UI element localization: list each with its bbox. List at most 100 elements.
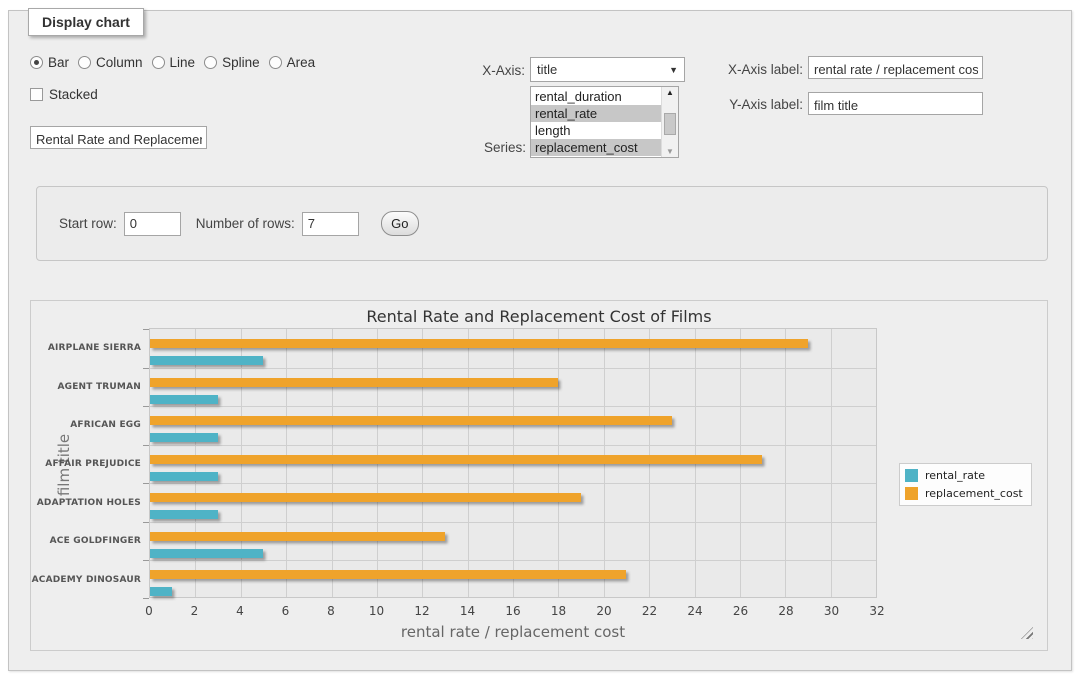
- x-tick-label: 28: [778, 604, 793, 618]
- radio-column-label: Column: [96, 55, 143, 70]
- radio-column-icon[interactable]: [78, 56, 91, 69]
- x-axis-label-label: X-Axis label:: [718, 62, 803, 77]
- series-select-label: Series:: [462, 140, 526, 155]
- x-tick-label: 4: [236, 604, 244, 618]
- gridline-vertical: [785, 329, 786, 597]
- radio-column[interactable]: Column: [78, 55, 143, 70]
- y-axis-tick: [143, 406, 149, 407]
- chart-legend: rental_rate replacement_cost: [899, 463, 1032, 506]
- radio-line-label: Line: [170, 55, 196, 70]
- legend-label: replacement_cost: [925, 487, 1023, 500]
- series-option-rental-rate[interactable]: rental_rate: [531, 105, 661, 122]
- x-tick-label: 14: [460, 604, 475, 618]
- radio-bar-label: Bar: [48, 55, 69, 70]
- gridline-horizontal: [150, 406, 876, 407]
- gridline-horizontal: [150, 522, 876, 523]
- x-tick-label: 26: [733, 604, 748, 618]
- gridline-horizontal: [150, 483, 876, 484]
- plot-area: AIRPLANE SIERRAAGENT TRUMANAFRICAN EGGAF…: [149, 328, 877, 598]
- bar-replacement_cost: [150, 339, 808, 348]
- x-axis-select-label: X-Axis:: [458, 63, 525, 78]
- category-label: AIRPLANE SIERRA: [48, 343, 141, 353]
- y-axis-label-label: Y-Axis label:: [718, 97, 803, 112]
- category-label: AFRICAN EGG: [70, 420, 141, 430]
- x-tick-label: 16: [505, 604, 520, 618]
- fieldset-legend: Display chart: [28, 8, 144, 36]
- radio-spline-label: Spline: [222, 55, 260, 70]
- x-tick-label: 30: [824, 604, 839, 618]
- x-axis-selected-value: title: [537, 62, 557, 77]
- bar-rental_rate: [150, 472, 218, 481]
- rows-panel: Start row: Number of rows: Go: [36, 186, 1048, 261]
- radio-area-icon[interactable]: [269, 56, 282, 69]
- x-tick-label: 24: [687, 604, 702, 618]
- stacked-checkbox[interactable]: [30, 88, 43, 101]
- chart-type-radio-group: Bar Column Line Spline Area: [30, 55, 315, 70]
- x-axis-label-input[interactable]: [808, 56, 983, 79]
- bar-rental_rate: [150, 549, 263, 558]
- gridline-horizontal: [150, 445, 876, 446]
- x-tick-label: 2: [191, 604, 199, 618]
- scroll-down-icon[interactable]: ▼: [662, 147, 678, 156]
- chart-title: Rental Rate and Replacement Cost of Film…: [31, 307, 1047, 326]
- category-label: AGENT TRUMAN: [57, 382, 141, 392]
- gridline-horizontal: [150, 560, 876, 561]
- legend-entry-replacement_cost: replacement_cost: [905, 487, 1023, 500]
- radio-spline[interactable]: Spline: [204, 55, 260, 70]
- bar-rental_rate: [150, 356, 263, 365]
- bar-rental_rate: [150, 395, 218, 404]
- series-scrollbar[interactable]: ▲ ▼: [661, 87, 678, 157]
- resize-grip-icon[interactable]: [1021, 627, 1033, 639]
- series-option-rental-duration[interactable]: rental_duration: [531, 88, 661, 105]
- y-axis-tick: [143, 483, 149, 484]
- series-options: rental_duration rental_rate length repla…: [531, 87, 661, 157]
- series-option-length[interactable]: length: [531, 122, 661, 139]
- num-rows-label: Number of rows:: [196, 216, 295, 231]
- scroll-up-icon[interactable]: ▲: [662, 88, 678, 97]
- num-rows-input[interactable]: [302, 212, 359, 236]
- series-option-replacement-cost[interactable]: replacement_cost: [531, 139, 661, 156]
- start-row-label: Start row:: [59, 216, 117, 231]
- radio-spline-icon[interactable]: [204, 56, 217, 69]
- bar-replacement_cost: [150, 532, 445, 541]
- x-axis-select[interactable]: title ▼: [530, 57, 685, 82]
- stacked-label: Stacked: [49, 87, 98, 102]
- stacked-option[interactable]: Stacked: [30, 87, 98, 102]
- x-tick-label: 22: [642, 604, 657, 618]
- gridline-horizontal: [150, 368, 876, 369]
- x-tick-label: 8: [327, 604, 335, 618]
- y-axis-label-input[interactable]: [808, 92, 983, 115]
- radio-area-label: Area: [287, 55, 316, 70]
- legend-label: rental_rate: [925, 469, 985, 482]
- start-row-input[interactable]: [124, 212, 181, 236]
- bar-replacement_cost: [150, 416, 672, 425]
- radio-bar[interactable]: Bar: [30, 55, 69, 70]
- chart-title-input[interactable]: [30, 126, 207, 149]
- radio-area[interactable]: Area: [269, 55, 316, 70]
- legend-entry-rental_rate: rental_rate: [905, 469, 1023, 482]
- x-tick-label: 32: [869, 604, 884, 618]
- bar-replacement_cost: [150, 570, 626, 579]
- x-tick-label: 0: [145, 604, 153, 618]
- display-chart-page: Display chart Bar Column Line Spline Are…: [0, 0, 1081, 681]
- category-label: ADAPTATION HOLES: [37, 498, 141, 508]
- y-axis-tick: [143, 368, 149, 369]
- radio-line-icon[interactable]: [152, 56, 165, 69]
- x-tick-labels: 02468101214161820222426283032: [149, 604, 877, 620]
- radio-bar-icon[interactable]: [30, 56, 43, 69]
- category-label: AFFAIR PREJUDICE: [45, 459, 141, 469]
- bar-rental_rate: [150, 587, 172, 596]
- radio-line[interactable]: Line: [152, 55, 196, 70]
- bar-rental_rate: [150, 510, 218, 519]
- x-tick-label: 20: [596, 604, 611, 618]
- bar-replacement_cost: [150, 455, 762, 464]
- y-axis-tick: [143, 329, 149, 330]
- gridline-vertical: [831, 329, 832, 597]
- go-button[interactable]: Go: [381, 211, 419, 236]
- category-label: ACADEMY DINOSAUR: [32, 575, 141, 585]
- dropdown-arrow-icon: ▼: [669, 65, 678, 75]
- series-listbox[interactable]: rental_duration rental_rate length repla…: [530, 86, 679, 158]
- legend-swatch-icon: [905, 469, 918, 482]
- scroll-thumb[interactable]: [664, 113, 676, 135]
- bar-rental_rate: [150, 433, 218, 442]
